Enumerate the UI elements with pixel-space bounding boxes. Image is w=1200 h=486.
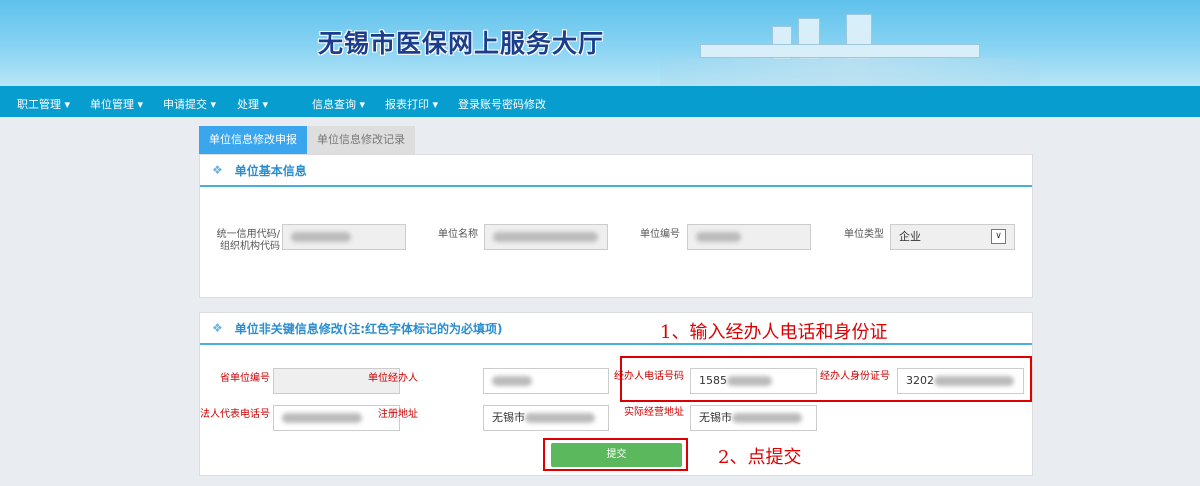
unit-type-label: 单位类型 xyxy=(844,229,884,240)
section-title: 单位基本信息 xyxy=(234,163,307,178)
nav-password[interactable]: 登录账号密码修改 xyxy=(458,96,546,112)
header-banner: 无锡市医保网上服务大厅 xyxy=(0,0,1200,86)
tab-apply[interactable]: 单位信息修改申报 xyxy=(199,126,307,154)
nav-process[interactable]: 处理 ▾ xyxy=(237,96,268,112)
submit-button[interactable]: 提交 xyxy=(551,443,682,467)
nav-unit[interactable]: 单位管理 ▾ xyxy=(90,96,143,112)
unit-name-input[interactable] xyxy=(484,224,608,250)
site-title: 无锡市医保网上服务大厅 xyxy=(318,29,605,58)
tab-records[interactable]: 单位信息修改记录 xyxy=(307,126,415,154)
province-unit-no-label: 省单位编号 xyxy=(220,373,270,384)
basic-info-panel: ❖ 单位基本信息 统一信用代码/组织机构代码 单位名称 单位编号 单位类型 企业 ∨ xyxy=(199,154,1033,298)
handler-input[interactable] xyxy=(483,368,609,394)
water-image xyxy=(660,58,1040,86)
nav-print[interactable]: 报表打印 ▾ xyxy=(385,96,438,112)
actual-address-input[interactable]: 无锡市 xyxy=(690,405,817,431)
actual-address-label: 实际经营地址 xyxy=(624,407,684,418)
reg-address-input[interactable]: 无锡市 xyxy=(483,405,609,431)
diamond-icon: ❖ xyxy=(212,321,223,335)
nav-query[interactable]: 信息查询 ▾ xyxy=(312,96,365,112)
unit-name-label: 单位名称 xyxy=(438,229,478,240)
diamond-icon: ❖ xyxy=(212,163,223,177)
chevron-down-icon: ∨ xyxy=(991,229,1006,244)
unit-no-input[interactable] xyxy=(687,224,811,250)
tabs: 单位信息修改申报 单位信息修改记录 xyxy=(199,126,415,154)
legal-phone-label: 法人代表电话号 xyxy=(200,409,270,420)
credit-code-input[interactable] xyxy=(282,224,406,250)
annotation-step1: 1、输入经办人电话和身份证 xyxy=(660,322,888,343)
handler-label: 单位经办人 xyxy=(368,373,418,384)
annotation-step2: 2、点提交 xyxy=(718,447,802,468)
section-title: 单位非关键信息修改(注:红色字体标记的为必填项) xyxy=(234,321,503,336)
nav-apply[interactable]: 申请提交 ▾ xyxy=(163,96,216,112)
reg-address-label: 注册地址 xyxy=(378,409,418,420)
main-nav: 职工管理 ▾ 单位管理 ▾ 申请提交 ▾ 处理 ▾ 信息查询 ▾ 报表打印 ▾ … xyxy=(0,86,1200,117)
credit-code-label: 统一信用代码/组织机构代码 xyxy=(216,229,280,252)
unit-type-select[interactable]: 企业 ∨ xyxy=(890,224,1015,250)
building-image xyxy=(700,44,980,58)
nav-employee[interactable]: 职工管理 ▾ xyxy=(17,96,70,112)
unit-no-label: 单位编号 xyxy=(640,229,680,240)
highlight-box xyxy=(620,356,1032,402)
